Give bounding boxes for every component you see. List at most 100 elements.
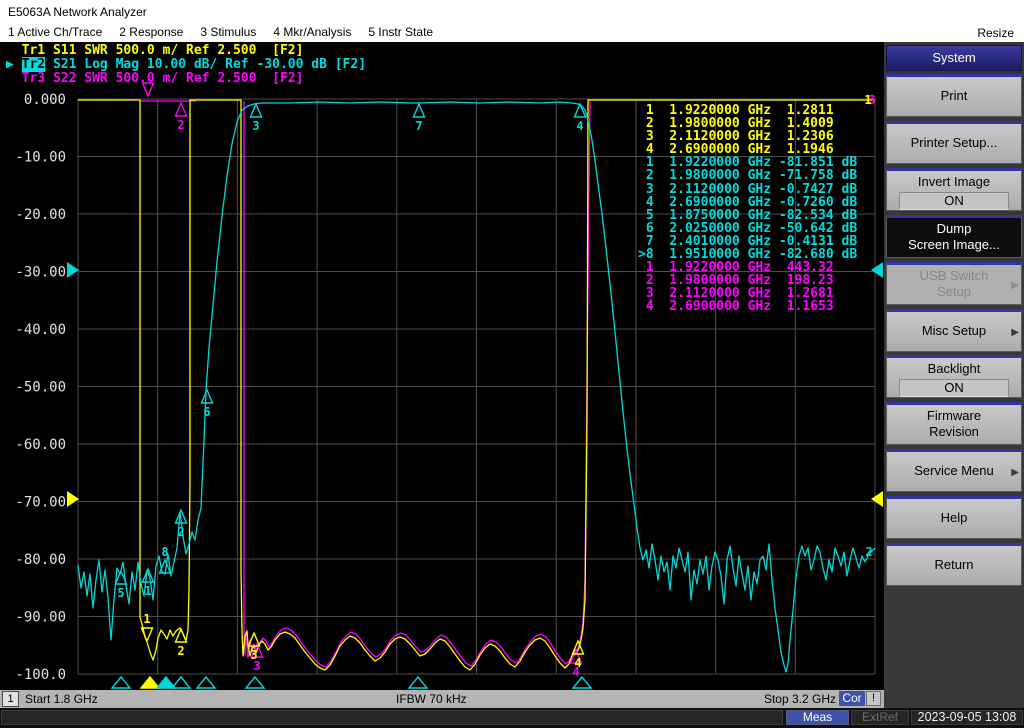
y-axis-tick-label: -40.00 bbox=[15, 322, 66, 338]
window-titlebar: E5063A Network Analyzer bbox=[0, 0, 1024, 24]
marker-6-glyph-icon bbox=[200, 388, 214, 404]
submenu-arrow-icon: ▶ bbox=[1011, 467, 1019, 479]
trace-format-text: S11 SWR 500.0 m/ Ref 2.500 [F2] bbox=[45, 43, 304, 58]
status-message-area bbox=[1, 710, 783, 725]
marker-2-label: 2 bbox=[177, 118, 184, 132]
softkey-panel: System Print Printer Setup... Invert Image… bbox=[884, 42, 1024, 708]
instrument-screen: 0.000 -10.00 -20.00 -30.00 -40.00 -50.00 -60.0… bbox=[0, 42, 884, 708]
y-axis-tick-label: -30.00 bbox=[15, 265, 66, 281]
menu-item-5[interactable]: 5 Instr State bbox=[368, 25, 433, 39]
reference-level-arrow-icon bbox=[871, 262, 883, 278]
softkey-label: Dump bbox=[936, 220, 972, 236]
warning-indicator: ! bbox=[866, 691, 881, 706]
softkey-label: Help bbox=[940, 510, 968, 526]
menu-item-4[interactable]: 4 Mkr/Analysis bbox=[273, 25, 351, 39]
marker-table-row: 6 2.0250000 GHz -50.642 dB bbox=[638, 220, 858, 236]
reference-level-arrow-icon bbox=[871, 491, 883, 507]
marker-2-label: 2 bbox=[177, 525, 184, 539]
marker-5-label: 5 bbox=[117, 586, 124, 600]
softkey-help[interactable]: Help bbox=[886, 496, 1022, 540]
softkey-misc-setup[interactable]: Misc Setup ▶ bbox=[886, 308, 1022, 352]
start-frequency-label: Start 1.8 GHz bbox=[25, 692, 98, 706]
softkey-label: Invert Image bbox=[917, 173, 991, 189]
trace-name-tr2: Tr2 bbox=[21, 57, 46, 72]
softkey-label: Misc Setup bbox=[921, 322, 987, 338]
softkey-print[interactable]: Print bbox=[886, 74, 1022, 117]
menu-bar: 1 Active Ch/Trace 2 Response 3 Stimulus 4 M… bbox=[8, 25, 450, 42]
marker-3-label: 3 bbox=[250, 648, 257, 662]
marker-table-row: 2 1.9800000 GHz -71.758 dB bbox=[638, 168, 858, 184]
marker-stimulus-triangle-icon bbox=[244, 675, 266, 689]
softkey-menu-title: System bbox=[886, 45, 1022, 71]
marker-7-label: 7 bbox=[415, 119, 422, 133]
trace-tr3-s22-swr bbox=[243, 100, 591, 668]
channel-number-badge: 1 bbox=[2, 691, 19, 707]
marker-2-label: 2 bbox=[177, 644, 184, 658]
marker-3-label: 3 bbox=[252, 119, 259, 133]
y-axis-tick-label: -60.00 bbox=[15, 437, 66, 453]
marker-1-label: 1 bbox=[143, 612, 150, 626]
trace-format-text: S21 Log Mag 10.00 dB/ Ref -30.00 dB [F2] bbox=[45, 57, 367, 72]
channel-status-bar: 1 Start 1.8 GHz IFBW 70 kHz Stop 3.2 GHz… bbox=[0, 690, 884, 708]
softkey-return[interactable]: Return bbox=[886, 543, 1022, 586]
menu-item-2[interactable]: 2 Response bbox=[119, 25, 183, 39]
softkey-label: Service Menu bbox=[914, 463, 994, 479]
datetime-display: 2023-09-05 13:08 bbox=[911, 710, 1023, 725]
window-title: E5063A Network Analyzer bbox=[8, 5, 147, 19]
softkey-usb-switch-setup[interactable]: USB Switch Setup ▶ bbox=[886, 261, 1022, 305]
softkey-label: Revision bbox=[929, 424, 979, 440]
marker-table-row: 5 1.8750000 GHz -82.534 dB bbox=[638, 207, 858, 223]
trace-edge-number-label: 2 bbox=[865, 545, 872, 559]
marker-stimulus-triangle-icon bbox=[139, 675, 161, 689]
submenu-arrow-icon: ▶ bbox=[1011, 279, 1019, 291]
marker-table: 1 1.9220000 GHz 1.2811 2 1.9800000 GHz 1… bbox=[638, 104, 857, 314]
ifbw-label: IFBW 70 kHz bbox=[396, 692, 467, 706]
softkey-label: Print bbox=[940, 88, 968, 103]
trace-name-tr3: Tr3 bbox=[21, 71, 46, 86]
resize-button[interactable]: Resize bbox=[977, 26, 1014, 40]
y-axis-tick-label: 0.000 bbox=[24, 92, 66, 108]
marker-table-row: 4 2.6900000 GHz 1.1653 bbox=[638, 299, 834, 315]
softkey-label: USB Switch bbox=[919, 267, 989, 283]
trace-definition-tr2[interactable]: ▶ Tr2 S21 Log Mag 10.00 dB/ Ref -30.00 d… bbox=[6, 57, 367, 72]
trace-definition-tr1[interactable]: Tr1 S11 SWR 500.0 m/ Ref 2.500 [F2] bbox=[6, 43, 304, 58]
trace-definition-tr3[interactable]: Tr3 S22 SWR 500.0 m/ Ref 2.500 [F2] bbox=[6, 71, 304, 86]
extref-status-badge: ExtRef bbox=[851, 710, 909, 725]
marker-stimulus-triangle-icon bbox=[110, 675, 132, 689]
y-axis-tick-label: -80.00 bbox=[15, 552, 66, 568]
softkey-backlight[interactable]: Backlight ON bbox=[886, 355, 1022, 399]
stop-frequency-label: Stop 3.2 GHz bbox=[763, 692, 836, 706]
marker-7-glyph-icon bbox=[412, 102, 426, 118]
marker-8-label: 8 bbox=[161, 545, 168, 559]
marker-4-glyph-icon bbox=[573, 102, 587, 118]
trace-edge-number-label: 1 bbox=[864, 93, 871, 107]
y-axis-tick-label: -90.00 bbox=[15, 610, 66, 626]
marker-stimulus-triangle-icon bbox=[407, 675, 429, 689]
active-trace-arrow-icon: ▶ bbox=[6, 57, 22, 72]
y-axis-tick-label: -100.0 bbox=[15, 667, 66, 683]
trace-format-text: S22 SWR 500.0 m/ Ref 2.500 [F2] bbox=[45, 71, 304, 86]
marker-stimulus-triangle-icon bbox=[195, 675, 217, 689]
softkey-firmware-revision[interactable]: Firmware Revision bbox=[886, 402, 1022, 446]
submenu-arrow-icon: ▶ bbox=[1011, 326, 1019, 338]
reference-level-arrow-icon bbox=[67, 262, 79, 278]
y-axis-tick-label: -70.00 bbox=[15, 495, 66, 511]
softkey-printer-setup[interactable]: Printer Setup... bbox=[886, 120, 1022, 164]
softkey-state-value: ON bbox=[899, 191, 1009, 210]
softkey-dump-screen-image[interactable]: Dump Screen Image... bbox=[886, 214, 1022, 258]
softkey-label: Firmware bbox=[926, 408, 982, 424]
marker-stimulus-triangle-icon bbox=[155, 675, 177, 689]
softkey-label: Setup bbox=[937, 283, 971, 299]
menu-item-1[interactable]: 1 Active Ch/Trace bbox=[8, 25, 102, 39]
marker-4-label: 4 bbox=[574, 656, 581, 670]
marker-4-label: 4 bbox=[576, 119, 583, 133]
marker-table-row: 4 2.6900000 GHz -0.7260 dB bbox=[638, 194, 858, 210]
menu-item-3[interactable]: 3 Stimulus bbox=[200, 25, 256, 39]
marker-2-glyph-icon bbox=[174, 101, 188, 117]
marker-6-label: 6 bbox=[203, 405, 210, 419]
softkey-service-menu[interactable]: Service Menu ▶ bbox=[886, 449, 1022, 493]
softkey-invert-image[interactable]: Invert Image ON bbox=[886, 167, 1022, 211]
softkey-label: Return bbox=[934, 557, 974, 572]
trace-prefix bbox=[6, 71, 22, 86]
trace-name-tr1: Tr1 bbox=[21, 43, 46, 58]
